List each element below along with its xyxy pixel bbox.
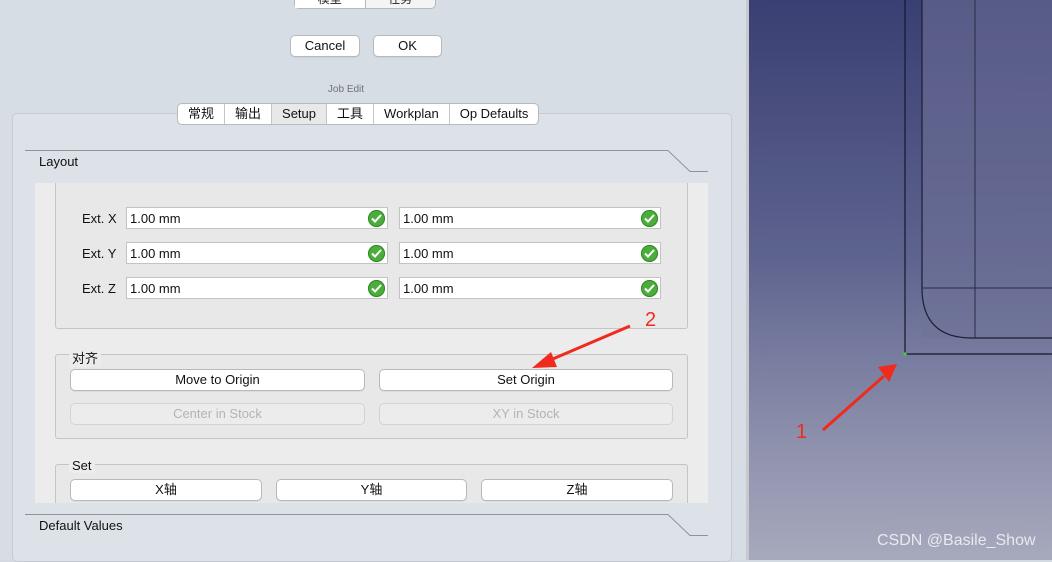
tab-bar: 常规 输出 Setup 工具 Workplan Op Defaults xyxy=(177,103,540,125)
watermark: CSDN @Basile_Show xyxy=(877,532,1036,549)
arrow-2-head xyxy=(532,352,557,368)
tab-general[interactable]: 常规 xyxy=(178,104,226,124)
tab-op-defaults[interactable]: Op Defaults xyxy=(450,104,539,124)
tab-setup[interactable]: Setup xyxy=(272,104,328,124)
arrow-2-line xyxy=(547,324,631,363)
annotation-label-2: 2 xyxy=(645,309,657,331)
annotation-label-1: 1 xyxy=(796,421,808,443)
tab-output[interactable]: 输出 xyxy=(225,104,273,124)
annotation-overlay xyxy=(532,324,897,432)
arrow-1-line xyxy=(822,374,885,432)
tab-tools[interactable]: 工具 xyxy=(327,104,375,124)
tab-workplan[interactable]: Workplan xyxy=(374,104,450,124)
